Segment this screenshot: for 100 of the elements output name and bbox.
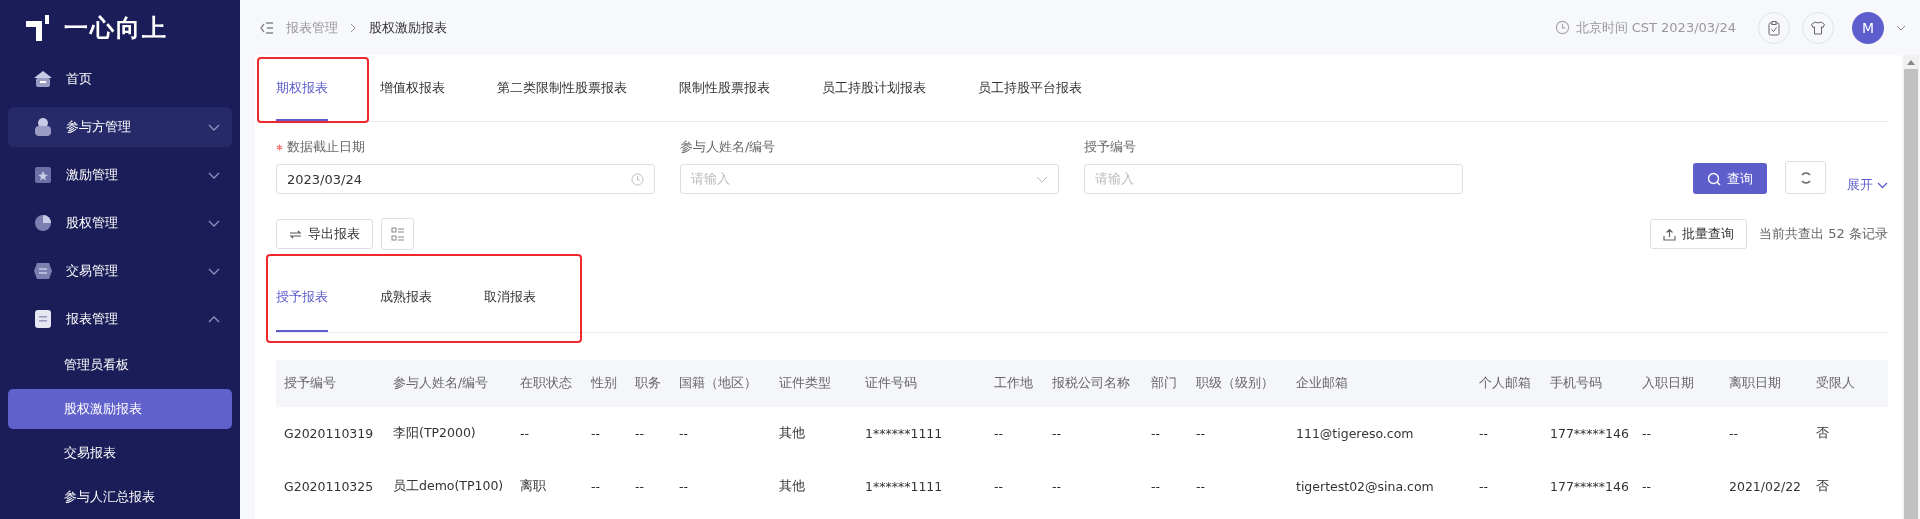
export-button[interactable]: 导出报表 [276,219,373,249]
nav-subitem[interactable]: 管理员看板 [8,345,232,385]
table-cell-text: 177*****146 [1549,426,1630,441]
table-cell-text: tigertest02@sina.com [1295,479,1435,494]
nav-subitem[interactable]: 交易报表 [8,433,232,473]
table-cell-text: -- [1195,426,1207,441]
nav-item[interactable]: 股权管理 [8,203,232,243]
field-label: 授予编号 [1084,138,1136,156]
table-cell-text: -- [1150,479,1162,494]
report-tab[interactable]: 第二类限制性股票报表 [497,55,649,121]
clipboard-check-icon[interactable] [1758,11,1790,44]
table-cell-text: -- [590,479,602,494]
scrollbar[interactable] [1903,55,1919,519]
table-cell-text: 177*****146 [1549,479,1630,494]
chevron-down-icon [1036,175,1048,183]
table-cell-text: -- [634,479,646,494]
refresh-button[interactable] [1785,161,1826,194]
nav-item[interactable]: 参与方管理 [8,107,232,147]
field-label: 参与人姓名/编号 [680,138,776,156]
chevron-down-icon [1877,181,1888,189]
report-tab[interactable]: 限制性股票报表 [679,55,792,121]
column-header: 证件号码 [864,375,918,392]
column-header: 入职日期 [1641,375,1695,392]
table-cell-text: -- [1195,479,1207,494]
scroll-up-icon[interactable] [1907,59,1915,65]
report-tab[interactable]: 期权报表 [276,55,350,121]
column-settings-button[interactable] [381,218,414,250]
swap-arrows-icon [289,228,302,240]
report-tab[interactable]: 员工持股计划报表 [822,55,948,121]
column-header: 部门 [1150,375,1178,392]
pie-chart-icon [32,212,54,234]
table-cell-text: G2020110325 [283,479,375,494]
table-cell-text: 其他 [778,425,806,442]
nav-item[interactable]: 报表管理 [8,299,232,339]
table-cell-text: -- [590,426,602,441]
chevron-right-icon [350,22,357,33]
table-cell-text: 111@tigereso.com [1295,426,1415,441]
table-cell-text: -- [678,479,690,494]
field-label: 数据截止日期 [287,138,365,156]
batch-query-button[interactable]: 批量查询 [1650,219,1748,249]
collapse-menu-icon[interactable] [260,21,274,34]
table-cell-text: 否 [1815,425,1830,442]
clock-icon [631,172,644,186]
table-cell-text: -- [1478,479,1490,494]
table-cell-text: -- [1051,479,1063,494]
person-icon [32,116,54,138]
nav-item[interactable]: 首页 [8,59,232,99]
report-subtab[interactable]: 成熟报表 [380,262,432,332]
clock-text: 北京时间 CST 2023/03/24 [1575,18,1736,37]
nav-subitem[interactable]: 参与人汇总报表 [8,477,232,517]
date-field[interactable]: 2023/03/24 [276,164,655,194]
column-header: 性别 [590,375,618,392]
column-header: 证件类型 [778,375,832,392]
list-icon [389,226,406,242]
report-subtab[interactable]: 取消报表 [484,262,536,332]
table-cell-text: -- [1641,426,1653,441]
document-icon [32,308,54,330]
table-cell-text: -- [1478,426,1490,441]
table-cell-text: 离职 [519,478,547,495]
table-cell-text: G2020110319 [283,426,375,441]
column-header: 国籍（地区） [678,375,758,392]
table-cell-text: 李阳(TP2000) [392,425,477,442]
record-count: 当前共查出 52 条记录 [1759,225,1888,243]
breadcrumb-item: 股权激励报表 [369,18,447,37]
report-tab[interactable]: 增值权报表 [380,55,467,121]
table-cell-text: 1******1111 [864,479,944,494]
table-cell-text: -- [993,426,1005,441]
column-header: 手机号码 [1549,375,1603,392]
nav-subitem[interactable]: 股权激励报表 [8,389,232,429]
nav-item[interactable]: 交易管理 [8,251,232,291]
table-cell-text: -- [1051,426,1063,441]
search-icon [1707,171,1721,186]
clock-icon [1554,20,1570,35]
table-cell-text: -- [1641,479,1653,494]
exchange-icon [32,260,54,282]
table-cell-text: -- [634,426,646,441]
column-header: 工作地 [993,375,1034,392]
column-header: 企业邮箱 [1295,375,1349,392]
expand-link[interactable]: 展开 [1847,176,1888,194]
column-header: 职务 [634,375,662,392]
table-cell-text: -- [678,426,690,441]
column-header: 授予编号 [283,375,337,392]
report-subtab[interactable]: 授予报表 [276,262,328,332]
report-tab[interactable]: 员工持股平台报表 [978,55,1104,121]
table-cell-text: -- [1150,426,1162,441]
table-cell-text: -- [993,479,1005,494]
table-cell-text: -- [519,426,531,441]
table-cell-text: 员工demo(TP100) [392,478,505,495]
shirt-icon[interactable] [1802,11,1834,44]
caret-icon[interactable] [1896,24,1906,31]
user-avatar[interactable]: M [1852,11,1884,44]
search-button[interactable]: 查询 [1693,163,1767,194]
nav-item[interactable]: 激励管理 [8,155,232,195]
column-header: 个人邮箱 [1478,375,1532,392]
table-cell-text: -- [1728,426,1740,441]
table-cell-text: 否 [1815,478,1830,495]
column-header: 报税公司名称 [1051,375,1131,392]
column-header: 参与人姓名/编号 [392,375,490,392]
column-header: 职级（级别） [1195,375,1275,392]
column-header: 离职日期 [1728,375,1782,392]
